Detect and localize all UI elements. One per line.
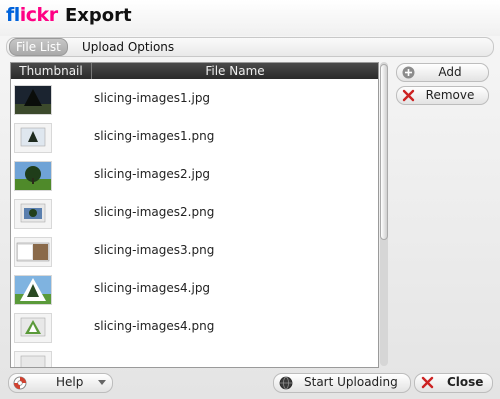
file-name: slicing-images2.jpg — [94, 167, 211, 181]
list-scrollbar[interactable] — [380, 62, 388, 366]
help-button-label: Help — [56, 375, 84, 389]
scrollbar-thumb[interactable] — [380, 64, 388, 240]
window-title: Export — [65, 5, 132, 26]
globe-icon — [279, 376, 293, 390]
file-name: slicing-images1.png — [94, 129, 215, 143]
file-name: slicing-images2.png — [94, 205, 215, 219]
thumbnail-image — [14, 161, 52, 191]
chevron-down-icon — [98, 380, 106, 385]
start-uploading-label: Start Uploading — [304, 375, 398, 389]
remove-x-icon — [402, 89, 415, 102]
start-uploading-button[interactable]: Start Uploading — [273, 373, 411, 393]
add-button[interactable]: Add — [396, 63, 489, 82]
title-bar: flickr Export — [0, 0, 500, 36]
flickr-logo: flickr — [6, 4, 58, 26]
thumbnail-image — [14, 199, 52, 229]
thumbnail-image — [14, 85, 52, 115]
table-row[interactable]: slicing-images4.png — [11, 308, 378, 346]
table-row[interactable]: slicing-images3.png — [11, 232, 378, 270]
thumbnail-image — [14, 351, 52, 367]
file-list-panel: Thumbnail File Name slicing-images1.jpg … — [10, 62, 379, 368]
table-row[interactable] — [11, 346, 378, 367]
table-row[interactable]: slicing-images2.png — [11, 194, 378, 232]
bottom-bar: Help Start Uploading Close — [0, 368, 500, 399]
thumbnail-image — [14, 275, 52, 305]
close-button-label: Close — [447, 375, 484, 389]
thumbnail-image — [14, 123, 52, 153]
close-icon — [421, 376, 434, 389]
list-header: Thumbnail File Name — [11, 63, 378, 79]
add-button-label: Add — [438, 65, 462, 79]
table-row[interactable]: slicing-images1.jpg — [11, 80, 378, 118]
file-name: slicing-images1.jpg — [94, 91, 211, 105]
close-button[interactable]: Close — [414, 373, 493, 393]
remove-button[interactable]: Remove — [396, 86, 489, 105]
file-name: slicing-images4.png — [94, 319, 215, 333]
remove-button-label: Remove — [425, 88, 475, 102]
table-row[interactable]: slicing-images4.jpg — [11, 270, 378, 308]
help-button[interactable]: Help — [8, 373, 113, 393]
lifebuoy-icon — [13, 376, 27, 390]
thumbnail-image — [14, 313, 52, 343]
tab-upload-options[interactable]: Upload Options — [76, 39, 180, 55]
column-header-file-name[interactable]: File Name — [92, 63, 378, 79]
thumbnail-image — [14, 237, 52, 267]
table-row[interactable]: slicing-images2.jpg — [11, 156, 378, 194]
column-header-thumbnail[interactable]: Thumbnail — [11, 63, 92, 79]
file-name: slicing-images4.jpg — [94, 281, 211, 295]
file-name: slicing-images3.png — [94, 243, 215, 257]
plus-icon — [402, 66, 415, 79]
table-row[interactable]: slicing-images1.png — [11, 118, 378, 156]
tab-file-list[interactable]: File List — [9, 38, 68, 56]
tab-bar: File List Upload Options — [6, 37, 494, 57]
